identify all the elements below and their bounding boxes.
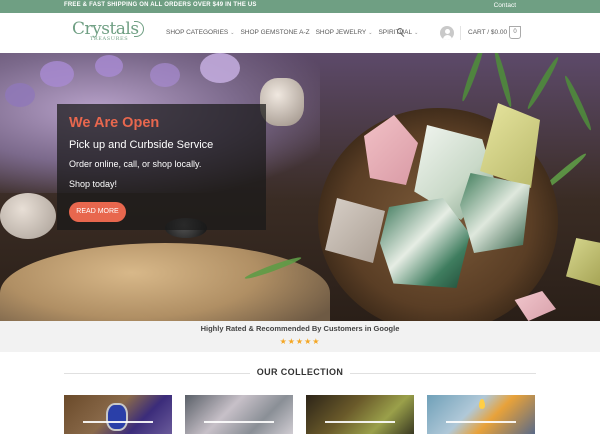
hero-text-line: Order online, call, or shop locally. [69, 159, 202, 169]
hero-subheading: Pick up and Curbside Service [69, 139, 214, 151]
nav-shop-gemstone-a-z[interactable]: SHOP GEMSTONE A-Z [240, 29, 309, 36]
collection-card-jewelry[interactable] [64, 395, 172, 434]
star-rating: ★★★★★ [279, 337, 321, 346]
promo-bar: FREE & FAST SHIPPING ON ALL ORDERS OVER … [0, 0, 600, 13]
reviews-text: Highly Rated & Recommended By Customers … [200, 324, 400, 333]
chevron-down-icon: ⌄ [368, 29, 373, 36]
flower-decoration [200, 53, 240, 83]
card-label-bar [204, 421, 274, 423]
flower-decoration [150, 63, 180, 87]
site-logo[interactable]: Crystals TREASURES [72, 19, 146, 49]
contact-link[interactable]: Contact [494, 2, 516, 9]
collection-card-herbs[interactable] [306, 395, 414, 434]
quartz-stone [0, 193, 56, 239]
reviews-strip: Highly Rated & Recommended By Customers … [0, 321, 600, 352]
header-divider [460, 26, 461, 40]
nav-label: SHOP CATEGORIES [166, 29, 229, 36]
collection-title: OUR COLLECTION [256, 367, 344, 377]
nav-shop-jewelry[interactable]: SHOP JEWELRY ⌄ [316, 29, 373, 36]
search-icon[interactable] [397, 28, 406, 37]
card-label-bar [325, 421, 395, 423]
nav-label: SPIRITUAL [378, 29, 413, 36]
logo-tagline: TREASURES [90, 36, 129, 42]
card-label-bar [83, 421, 153, 423]
collection-card-candles[interactable] [427, 395, 535, 434]
pendant-image [106, 403, 128, 431]
section-divider [350, 373, 536, 374]
promo-text: FREE & FAST SHIPPING ON ALL ORDERS OVER … [64, 2, 257, 8]
nav-label: SHOP GEMSTONE A-Z [240, 29, 310, 36]
nav-label: SHOP JEWELRY [315, 29, 367, 36]
cart-link[interactable]: CART / $0.00 [468, 29, 507, 36]
card-label-bar [446, 421, 516, 423]
collection-card-crystals[interactable] [185, 395, 293, 434]
citrine-crystal [566, 238, 600, 286]
logo-swirl-icon [134, 21, 144, 37]
flower-decoration [95, 55, 123, 77]
chevron-down-icon: ⌄ [230, 29, 235, 36]
promo-overlay: We Are Open Pick up and Curbside Service… [57, 104, 266, 230]
site-header: Crystals TREASURES SHOP CATEGORIES ⌄ SHO… [0, 13, 600, 53]
chevron-down-icon: ⌄ [414, 29, 419, 36]
main-nav: SHOP CATEGORIES ⌄ SHOP GEMSTONE A-Z SHOP… [166, 29, 418, 36]
sand-decoration [0, 243, 330, 321]
candle-flame-image [479, 399, 485, 409]
leaf-decoration [562, 74, 594, 132]
flower-decoration [5, 83, 35, 107]
hero-banner: We Are Open Pick up and Curbside Service… [0, 53, 600, 321]
hero-text-line: Shop today! [69, 179, 118, 189]
quartz-stone [260, 78, 304, 126]
flower-decoration [40, 61, 74, 87]
hero-heading: We Are Open [69, 115, 160, 131]
leaf-decoration [459, 53, 487, 103]
account-avatar-icon[interactable] [440, 26, 454, 40]
read-more-button[interactable]: READ MORE [69, 202, 126, 222]
nav-shop-categories[interactable]: SHOP CATEGORIES ⌄ [166, 29, 234, 36]
leaf-decoration [525, 55, 561, 111]
moss-agate-crystal [460, 173, 530, 253]
cart-count-badge[interactable]: 0 [509, 26, 521, 39]
leaf-decoration [492, 53, 514, 108]
